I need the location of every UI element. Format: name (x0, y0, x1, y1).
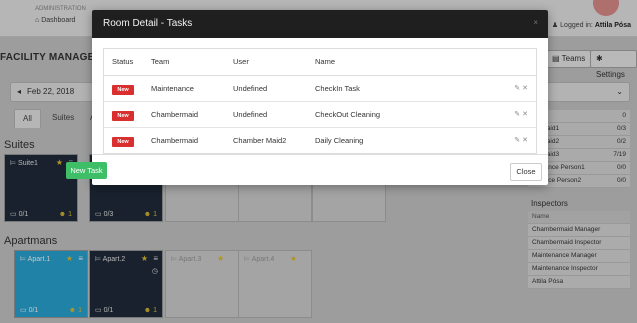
status-badge: New (112, 85, 134, 95)
edit-icon[interactable]: ✎ (514, 137, 520, 144)
modal-header: Room Detail - Tasks × (92, 10, 548, 38)
room-detail-modal: Room Detail - Tasks × Status Team User N… (92, 10, 548, 185)
column-name: Name (315, 57, 336, 66)
delete-icon[interactable]: ✕ (522, 111, 528, 118)
delete-icon[interactable]: ✕ (522, 137, 528, 144)
team-cell: Chambermaid (151, 136, 199, 145)
user-cell: Chamber Maid2 (233, 136, 287, 145)
column-status: Status (112, 57, 134, 66)
column-user: User (233, 57, 249, 66)
row-actions: ✎ ✕ (512, 102, 528, 127)
table-row[interactable]: New Maintenance Undefined CheckIn Task ✎… (104, 76, 536, 102)
name-cell: Daily Cleaning (315, 136, 364, 145)
modal-footer-divider (92, 154, 548, 155)
column-team: Team (151, 57, 170, 66)
status-badge: New (112, 111, 134, 121)
name-cell: CheckIn Task (315, 84, 360, 93)
edit-icon[interactable]: ✎ (514, 111, 520, 118)
modal-title: Room Detail - Tasks (103, 18, 193, 29)
status-badge: New (112, 137, 134, 147)
status-cell: New (112, 76, 134, 101)
row-actions: ✎ ✕ (512, 128, 528, 153)
table-row[interactable]: New Chambermaid Chamber Maid2 Daily Clea… (104, 128, 536, 153)
status-cell: New (112, 102, 134, 127)
name-cell: CheckOut Cleaning (315, 110, 381, 119)
status-cell: New (112, 128, 134, 153)
user-cell: Undefined (233, 84, 268, 93)
user-cell: Undefined (233, 110, 268, 119)
row-actions: ✎ ✕ (512, 76, 528, 101)
tasks-table: Status Team User Name New Maintenance Un… (103, 48, 537, 154)
table-header: Status Team User Name (104, 49, 536, 76)
new-task-button[interactable]: New Task (66, 162, 107, 179)
edit-icon[interactable]: ✎ (514, 85, 520, 92)
team-cell: Maintenance (151, 84, 194, 93)
team-cell: Chambermaid (151, 110, 199, 119)
close-icon[interactable]: × (533, 18, 538, 27)
delete-icon[interactable]: ✕ (522, 85, 528, 92)
table-row[interactable]: New Chambermaid Undefined CheckOut Clean… (104, 102, 536, 128)
close-button[interactable]: Close (510, 163, 542, 181)
